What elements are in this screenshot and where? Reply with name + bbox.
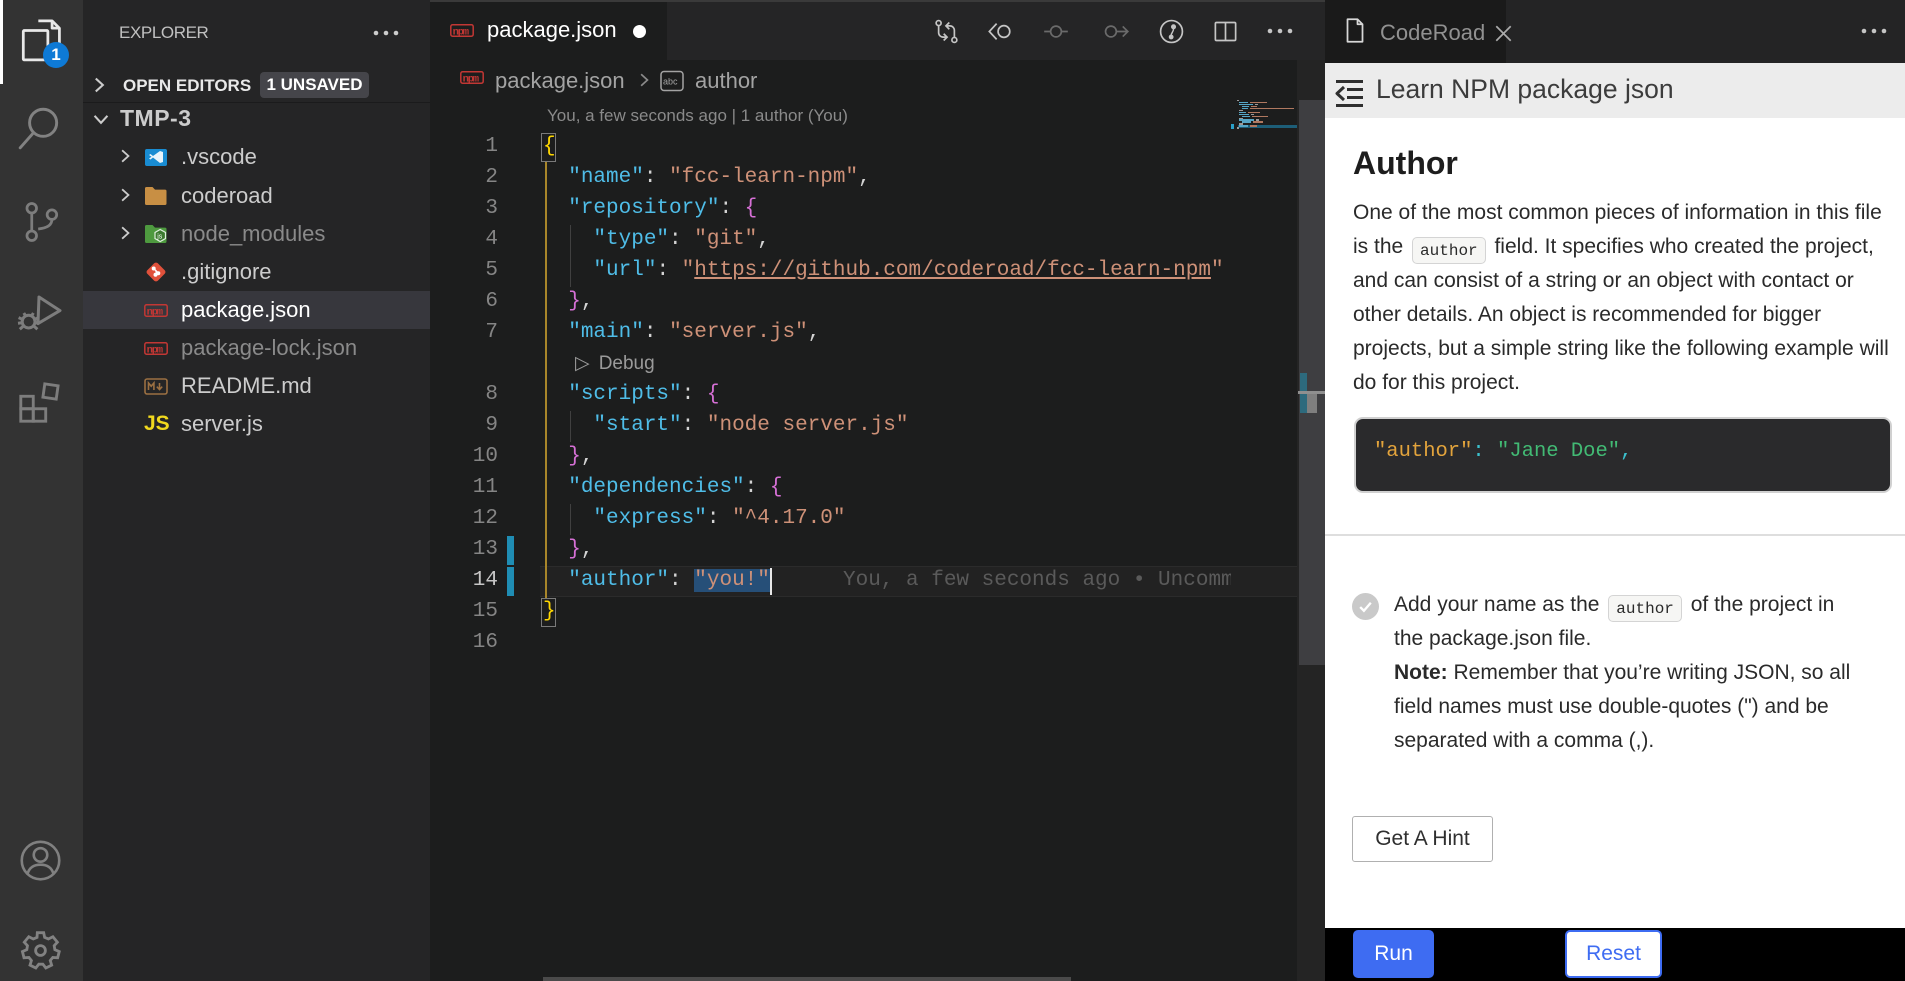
svg-text:npm: npm — [147, 306, 163, 317]
svg-text:js: js — [156, 234, 163, 241]
svg-text:npm: npm — [147, 344, 163, 355]
svg-text:npm: npm — [453, 26, 469, 37]
svg-text:npm: npm — [463, 73, 479, 84]
svg-text:abc: abc — [663, 77, 678, 87]
